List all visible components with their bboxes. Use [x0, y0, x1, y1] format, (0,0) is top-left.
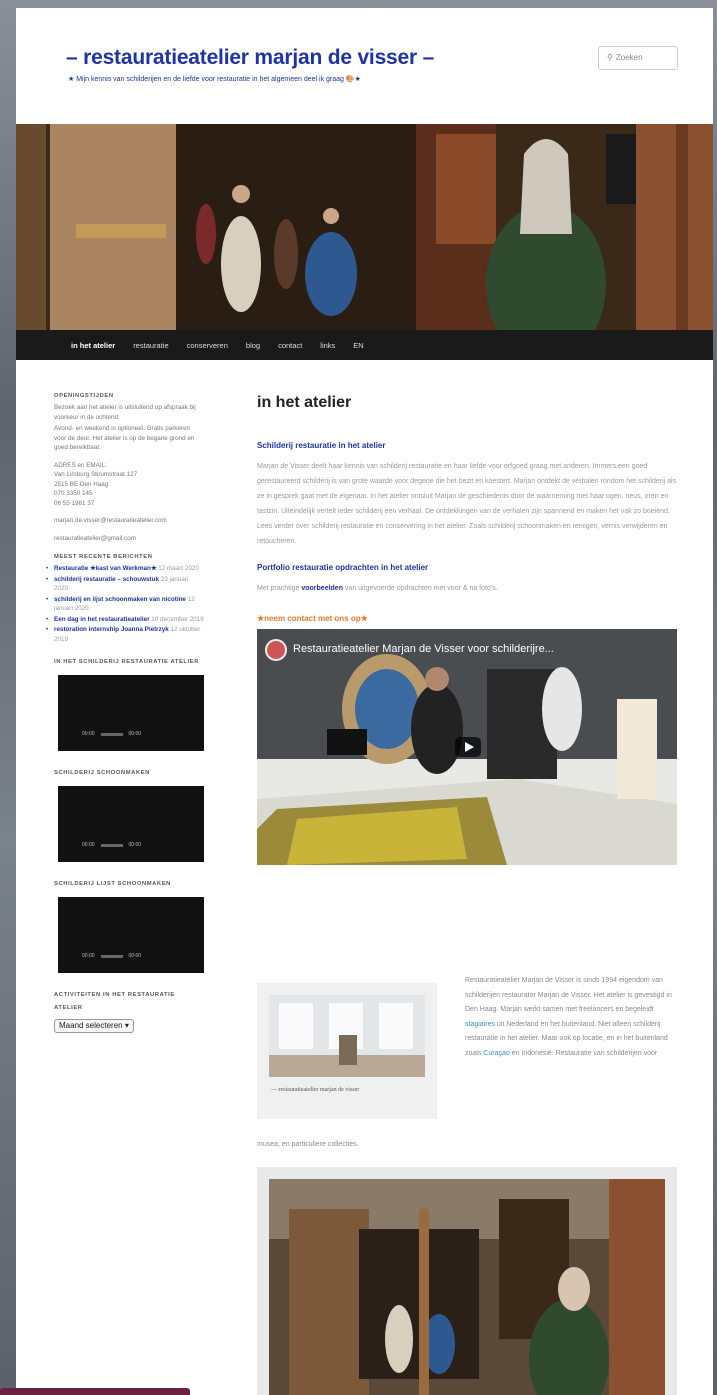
recent-post-link[interactable]: Restauratie ★kast van Werkman★ — [54, 565, 157, 572]
nav-item-en[interactable]: EN — [353, 341, 363, 350]
portfolio-paragraph: Met prachtige voorbeelden van uitgevoerd… — [257, 581, 682, 596]
about-text-3: en Indonesië. Restauratie van schilderij… — [509, 1049, 658, 1057]
nav-item-links[interactable]: links — [320, 341, 335, 350]
list-item: schilderij en lijst schoonmaken van nico… — [46, 595, 204, 614]
video-progress[interactable] — [100, 732, 123, 736]
recent-posts-list: Restauratie ★kast van Werkman★ 12 maart … — [46, 564, 204, 644]
hours-text: Bezoek aan het atelier is uitsluitend op… — [54, 404, 196, 421]
widget-title-video-1: IN HET SCHILDERIJ RESTAURATIE ATELIER — [54, 659, 200, 665]
phone-2: 06 55 1961 37 — [54, 499, 95, 507]
search-input[interactable]: ⚲ Zoeken — [598, 46, 678, 70]
list-item: schilderij restauratie – schouwstuk 23 j… — [46, 575, 204, 594]
main-nav: in het atelier restauratie conserveren b… — [16, 330, 713, 360]
section-heading-portfolio: Portfolio restauratie opdrachten in het … — [257, 563, 429, 572]
atelier-photo — [269, 995, 425, 1077]
archive-month-select[interactable]: Maand selecteren ▾ — [54, 1019, 134, 1033]
post-date: 12 maart 2020 — [158, 565, 199, 572]
header-image — [16, 124, 713, 330]
video-time: 00:00 — [82, 952, 95, 959]
list-item: Restauratie ★kast van Werkman★ 12 maart … — [46, 564, 204, 574]
video-duration: 00:00 — [128, 730, 142, 737]
portfolio-link[interactable]: voorbeelden — [301, 585, 343, 592]
list-item: Een dag in het restauratieatelier 10 dec… — [46, 615, 204, 625]
nav-item-atelier[interactable]: in het atelier — [71, 341, 115, 350]
about-text-1: Restauratieatelier Marjan de Visser is s… — [465, 977, 672, 1013]
nav-item-contact[interactable]: contact — [278, 341, 302, 350]
youtube-embed[interactable]: Restauratieatelier Marjan de Visser voor… — [257, 629, 677, 865]
video-progress[interactable] — [100, 954, 123, 958]
page: – restauratieatelier marjan de visser – … — [16, 8, 713, 1395]
studio-figure — [257, 1167, 677, 1395]
widget-title-recent: MEEST RECENTE BERICHTEN — [54, 554, 153, 560]
portfolio-text: Met prachtige — [257, 585, 302, 592]
nav-item-restauratie[interactable]: restauratie — [133, 341, 168, 350]
search-icon: ⚲ — [607, 53, 613, 62]
archive-select-value: Maand selecteren — [59, 1021, 123, 1030]
recent-post-link[interactable]: restoration internship Joanna Pietrzyk — [54, 626, 169, 633]
video-duration: 00:00 — [128, 952, 142, 959]
widget-title-video-2: SCHILDERIJ SCHOONMAKEN — [54, 770, 150, 776]
portfolio-text-end: van uitgevoerde opdrachten met voor & na… — [342, 585, 498, 592]
recent-post-link[interactable]: Een dag in het restauratieatelier — [54, 616, 150, 623]
about-paragraph: Restauratieatelier Marjan de Visser is s… — [465, 974, 679, 1061]
video-player-2[interactable]: 00:00 00:00 — [58, 786, 204, 862]
list-item: restoration internship Joanna Pietrzyk 1… — [46, 625, 204, 644]
bottom-bar — [0, 1388, 190, 1395]
figure-caption: — restauratieatelier marjan de visser — [271, 1087, 360, 1093]
about-paragraph-end: musea, en particuliere collecties. — [257, 1141, 359, 1148]
video-progress[interactable] — [100, 843, 123, 847]
address-label: ADRES en EMAIL: — [54, 461, 107, 469]
video-time: 00:00 — [82, 730, 95, 737]
nav-item-blog[interactable]: blog — [246, 341, 260, 350]
section-heading-restauratie: Schilderij restauratie in het atelier — [257, 441, 386, 450]
widget-title-archive: ACTIVITEITEN IN HET RESTAURATIE ATELIER — [54, 992, 175, 1011]
intro-paragraph: Marjan de Visser deelt haar kennis van s… — [257, 463, 677, 545]
video-title[interactable]: Restauratieatelier Marjan de Visser voor… — [293, 643, 554, 655]
page-title: in het atelier — [257, 394, 352, 411]
curacao-link[interactable]: Curaçao — [483, 1050, 509, 1057]
email-2[interactable]: restauratieatelier@gmail.com — [54, 534, 204, 544]
studio-photo — [269, 1179, 665, 1395]
site-title[interactable]: – restauratieatelier marjan de visser – — [66, 46, 434, 70]
sidebar: OPENINGSTIJDEN Bezoek aan het atelier is… — [46, 390, 204, 1033]
chevron-down-icon: ▾ — [124, 1021, 129, 1030]
main-content: in het atelier Schilderij restauratie in… — [257, 394, 682, 1395]
video-time: 00:00 — [82, 841, 95, 848]
site-tagline: ★ Mijn kennis van schilderijen en de lie… — [68, 76, 361, 83]
widget-title-video-3: SCHILDERIJ LIJST SCHOONMAKEN — [54, 881, 171, 887]
address-line-2: 2515 BE Den Haag — [54, 480, 109, 488]
recent-post-link[interactable]: schilderij en lijst schoonmaken van nico… — [54, 596, 186, 603]
stagiaires-link[interactable]: stagiaires — [465, 1021, 495, 1028]
search-placeholder: Zoeken — [615, 53, 643, 62]
channel-avatar[interactable] — [265, 639, 287, 661]
widget-title-hours: OPENINGSTIJDEN — [54, 393, 114, 399]
video-player-1[interactable]: 00:00 00:00 — [58, 675, 204, 751]
contact-link[interactable]: ★neem contact met ons op★ — [257, 614, 682, 623]
address-line-1: Van Limburg Stirumstraat 127 — [54, 471, 138, 478]
play-icon[interactable] — [455, 737, 481, 757]
email-1[interactable]: marjan.de.visser@restauratieatelier.com — [54, 516, 204, 526]
nav-item-conserveren[interactable]: conserveren — [187, 341, 228, 350]
atelier-figure: — restauratieatelier marjan de visser — [257, 983, 437, 1119]
recent-post-link[interactable]: schilderij restauratie – schouwstuk — [54, 576, 159, 583]
video-duration: 00:00 — [128, 841, 142, 848]
video-player-3[interactable]: 00:00 00:00 — [58, 897, 204, 973]
post-date: 10 december 2019 — [151, 615, 204, 623]
phone-1: 070 3350 145 — [54, 490, 93, 497]
